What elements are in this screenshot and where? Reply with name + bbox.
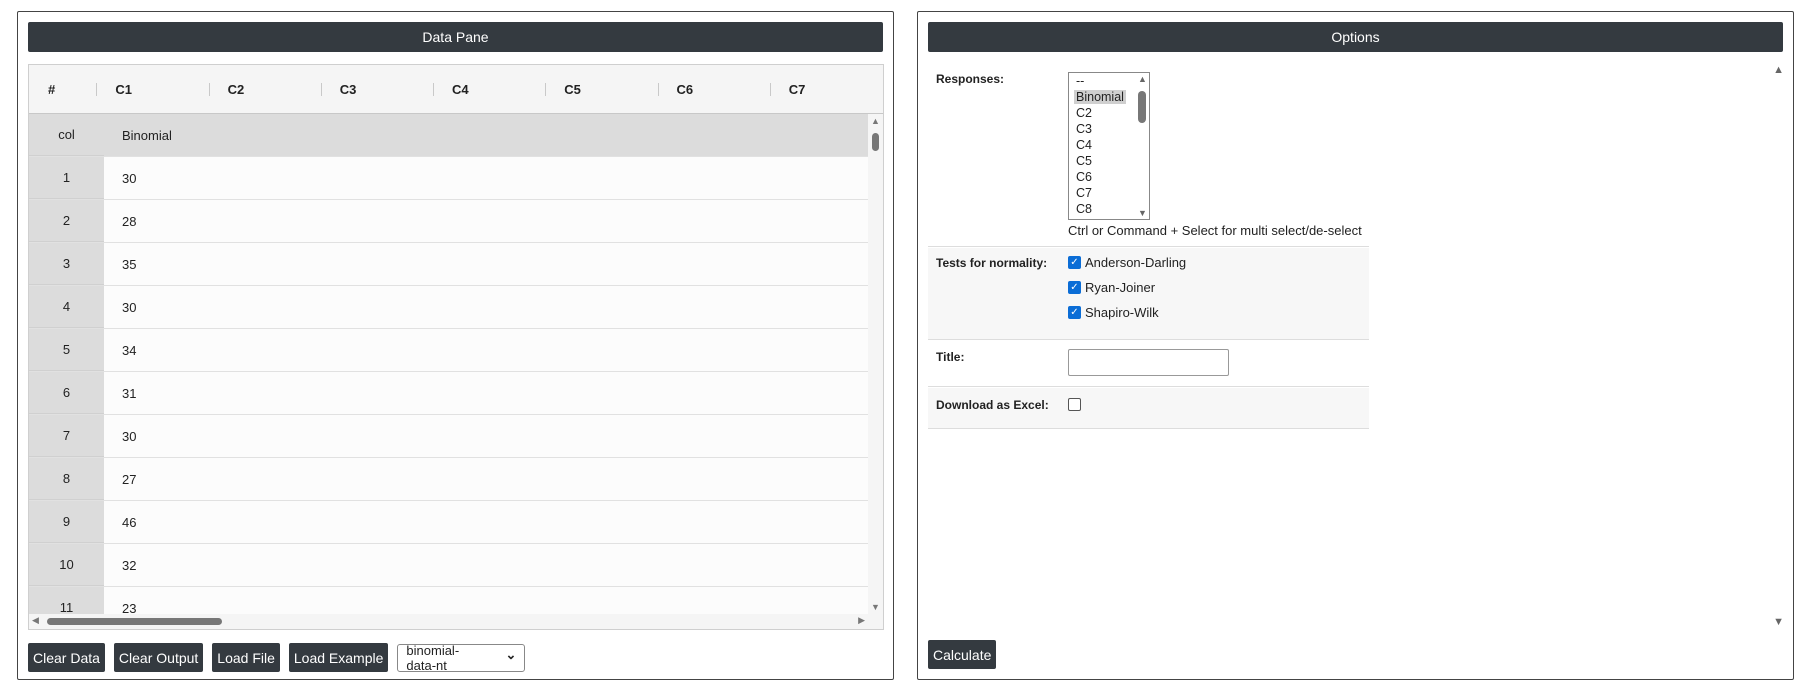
listbox-scroll-thumb[interactable]: [1138, 91, 1146, 123]
responses-listbox[interactable]: -- Binomial C2 C3 C4 C5 C6 C7 C8 ▲ ▼: [1068, 72, 1150, 220]
responses-help-text: Ctrl or Command + Select for multi selec…: [1068, 223, 1362, 238]
clear-output-button[interactable]: Clear Output: [113, 643, 204, 672]
cell-c1[interactable]: 34: [104, 343, 136, 358]
table-row[interactable]: 3 35: [29, 243, 869, 286]
load-file-button[interactable]: Load File: [212, 643, 280, 672]
load-example-button[interactable]: Load Example: [288, 643, 389, 672]
row-index: 9: [29, 501, 104, 543]
row-index: 7: [29, 415, 104, 457]
normality-row: Tests for normality: ✓ Anderson-Darling …: [928, 248, 1369, 340]
data-grid[interactable]: # C1 C2 C3 C4 C5 C6 C7 col Binomial 1 30…: [28, 64, 884, 630]
cell-c1[interactable]: 23: [104, 601, 136, 615]
table-row[interactable]: 10 32: [29, 544, 869, 587]
scroll-down-arrow-icon[interactable]: ▼: [871, 602, 880, 612]
row-index: col: [29, 114, 104, 156]
cell-c1[interactable]: Binomial: [104, 128, 172, 143]
column-header-c3[interactable]: C3: [322, 65, 435, 113]
vertical-scroll-thumb[interactable]: [872, 133, 879, 151]
download-excel-checkbox[interactable]: [1068, 398, 1081, 411]
scroll-down-arrow-icon[interactable]: ▼: [1773, 616, 1784, 628]
column-header-c2[interactable]: C2: [210, 65, 322, 113]
row-index: 3: [29, 243, 104, 285]
grid-header: # C1 C2 C3 C4 C5 C6 C7: [29, 65, 883, 114]
data-action-bar: Clear Data Clear Output Load File Load E…: [28, 642, 526, 673]
table-row[interactable]: 9 46: [29, 501, 869, 544]
scroll-up-arrow-icon[interactable]: ▲: [1773, 64, 1784, 76]
cell-c1[interactable]: 30: [104, 429, 136, 444]
row-index: 1: [29, 157, 104, 199]
table-row[interactable]: 2 28: [29, 200, 869, 243]
column-header-c6[interactable]: C6: [659, 65, 771, 113]
shapiro-wilk-checkbox[interactable]: ✓: [1068, 306, 1081, 319]
row-index: 10: [29, 544, 104, 586]
scroll-left-arrow-icon[interactable]: ◀: [32, 615, 39, 626]
column-header-c1[interactable]: C1: [97, 65, 210, 113]
calculate-button[interactable]: Calculate: [928, 640, 997, 669]
scroll-right-arrow-icon[interactable]: ▶: [858, 615, 865, 626]
title-label: Title:: [936, 350, 965, 364]
responses-row: Responses: -- Binomial C2 C3 C4 C5 C6 C7…: [928, 64, 1369, 247]
scroll-up-arrow-icon[interactable]: ▲: [871, 116, 880, 126]
row-index: 6: [29, 372, 104, 414]
download-excel-row: Download as Excel:: [928, 388, 1369, 429]
options-pane: Options ▲ Responses: -- Binomial C2 C3 C…: [917, 11, 1794, 680]
data-pane: Data Pane # C1 C2 C3 C4 C5 C6 C7 col Bin…: [17, 11, 894, 680]
table-row[interactable]: 6 31: [29, 372, 869, 415]
cell-c1[interactable]: 35: [104, 257, 136, 272]
table-row[interactable]: 7 30: [29, 415, 869, 458]
example-dataset-select[interactable]: binomial-data-nt ⌄: [397, 642, 526, 673]
scroll-down-arrow-icon[interactable]: ▼: [1138, 208, 1147, 218]
cell-c1[interactable]: 46: [104, 515, 136, 530]
table-row-col-names[interactable]: col Binomial: [29, 114, 869, 157]
cell-c1[interactable]: 32: [104, 558, 136, 573]
table-row[interactable]: 8 27: [29, 458, 869, 501]
shapiro-wilk-option[interactable]: ✓ Shapiro-Wilk: [1068, 300, 1186, 325]
grid-body: col Binomial 1 30 2 28 3 35 4 30 5 34 6 …: [29, 114, 869, 614]
cell-c1[interactable]: 30: [104, 171, 136, 186]
table-row[interactable]: 5 34: [29, 329, 869, 372]
options-pane-title: Options: [928, 22, 1783, 52]
row-index: 8: [29, 458, 104, 500]
cell-c1[interactable]: 31: [104, 386, 136, 401]
column-header-index[interactable]: #: [29, 65, 98, 113]
grid-horizontal-scrollbar[interactable]: ◀ ▶: [29, 614, 883, 629]
cell-c1[interactable]: 30: [104, 300, 136, 315]
column-header-c4[interactable]: C4: [434, 65, 547, 113]
ryan-joiner-checkbox[interactable]: ✓: [1068, 281, 1081, 294]
table-row[interactable]: 1 30: [29, 157, 869, 200]
row-index: 5: [29, 329, 104, 371]
responses-label: Responses:: [936, 72, 1005, 86]
title-row: Title:: [928, 341, 1369, 387]
normality-label: Tests for normality:: [936, 256, 1048, 270]
ryan-joiner-option[interactable]: ✓ Ryan-Joiner: [1068, 275, 1186, 300]
example-dataset-value: binomial-data-nt: [406, 642, 460, 673]
grid-vertical-scrollbar[interactable]: ▲ ▼: [868, 114, 883, 614]
anderson-darling-option[interactable]: ✓ Anderson-Darling: [1068, 250, 1186, 275]
data-pane-title: Data Pane: [28, 22, 883, 52]
chevron-down-icon: ⌄: [505, 646, 517, 662]
scroll-up-arrow-icon[interactable]: ▲: [1138, 74, 1147, 84]
horizontal-scroll-thumb[interactable]: [47, 618, 222, 625]
row-index: 11: [29, 587, 104, 614]
table-row[interactable]: 11 23: [29, 587, 869, 614]
cell-c1[interactable]: 27: [104, 472, 136, 487]
listbox-scrollbar[interactable]: ▲ ▼: [1136, 73, 1149, 219]
row-index: 4: [29, 286, 104, 328]
download-excel-label: Download as Excel:: [936, 398, 1049, 412]
row-index: 2: [29, 200, 104, 242]
anderson-darling-checkbox[interactable]: ✓: [1068, 256, 1081, 269]
clear-data-button[interactable]: Clear Data: [28, 643, 105, 672]
column-header-c5[interactable]: C5: [546, 65, 659, 113]
table-row[interactable]: 4 30: [29, 286, 869, 329]
cell-c1[interactable]: 28: [104, 214, 136, 229]
title-input[interactable]: [1068, 349, 1229, 376]
column-header-c7[interactable]: C7: [771, 65, 883, 113]
